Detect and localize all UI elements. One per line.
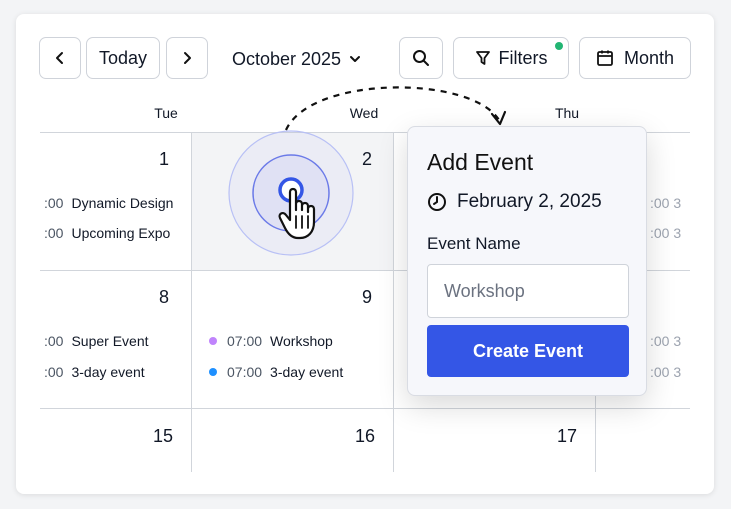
- month-label: October 2025: [232, 48, 342, 69]
- day-number: 17: [556, 426, 577, 446]
- event-name-label: Event Name: [427, 234, 521, 253]
- event-color-dot: [209, 368, 217, 376]
- filter-active-dot: [555, 42, 563, 50]
- popover-date-text: February 2, 2025: [457, 191, 602, 212]
- calendar-card: Today October 2025 Filters Month Tue Wed…: [16, 14, 714, 494]
- search-icon: [413, 50, 429, 66]
- event-title: Workshop: [270, 333, 333, 349]
- today-label: Today: [98, 47, 148, 68]
- event-time: 07:00: [227, 364, 263, 380]
- day-number: 15: [152, 426, 173, 446]
- calendar-event[interactable]: 07:00 Workshop: [209, 333, 333, 349]
- calendar-event[interactable]: :00 3: [650, 333, 681, 349]
- next-month-button[interactable]: [166, 37, 208, 79]
- hand-pointer-icon: [278, 187, 316, 240]
- event-time: 07:00: [227, 333, 263, 349]
- calendar-event[interactable]: :00 3-day event: [44, 364, 145, 380]
- event-time: :00: [44, 195, 64, 211]
- chevron-down-icon: [350, 56, 361, 62]
- event-time: :00: [44, 333, 64, 349]
- day-header-tue: Tue: [154, 105, 178, 121]
- filters-button[interactable]: Filters: [453, 37, 569, 79]
- event-title: Dynamic Design: [71, 195, 174, 211]
- calendar-event[interactable]: :00 Upcoming Expo: [44, 225, 170, 241]
- view-label: Month: [623, 47, 675, 68]
- day-number: 16: [354, 426, 375, 446]
- row-divider: [40, 408, 690, 409]
- day-number: 9: [361, 287, 372, 307]
- event-title: 3-day event: [71, 364, 145, 380]
- column-divider: [191, 132, 192, 472]
- calendar-event[interactable]: :00 3: [650, 195, 681, 211]
- filter-icon: [475, 51, 490, 65]
- search-button[interactable]: [399, 37, 443, 79]
- view-month-button[interactable]: Month: [579, 37, 691, 79]
- event-time: :00: [44, 364, 64, 380]
- filters-label: Filters: [498, 47, 548, 68]
- calendar-event[interactable]: :00 Super Event: [44, 333, 149, 349]
- event-title: Upcoming Expo: [71, 225, 171, 241]
- month-selector[interactable]: October 2025: [232, 44, 361, 74]
- popover-title: Add Event: [427, 149, 534, 175]
- calendar-event[interactable]: :00 3: [650, 364, 681, 380]
- calendar-icon: [597, 50, 613, 66]
- calendar-event[interactable]: :00 3: [650, 225, 681, 241]
- event-title: Super Event: [71, 333, 149, 349]
- day-number: 1: [158, 149, 169, 169]
- add-event-popover: Add Event February 2, 2025 Event Name Wo…: [407, 126, 647, 396]
- popover-date: February 2, 2025: [427, 191, 602, 213]
- clock-icon: [428, 193, 446, 211]
- day-header-thu: Thu: [554, 105, 580, 121]
- prev-month-button[interactable]: [39, 37, 81, 79]
- calendar-event[interactable]: :00 Dynamic Design: [44, 195, 173, 211]
- event-color-dot: [209, 337, 217, 345]
- today-button[interactable]: Today: [86, 37, 160, 79]
- create-event-button[interactable]: Create Event: [427, 325, 629, 377]
- calendar-event[interactable]: 07:00 3-day event: [209, 364, 343, 380]
- event-title: 3-day event: [270, 364, 344, 380]
- day-number: 8: [158, 287, 169, 307]
- chevron-left-icon: [56, 52, 63, 64]
- event-time: :00: [44, 225, 64, 241]
- column-divider: [393, 132, 394, 472]
- event-name-input[interactable]: Workshop: [427, 264, 629, 318]
- chevron-right-icon: [184, 52, 191, 64]
